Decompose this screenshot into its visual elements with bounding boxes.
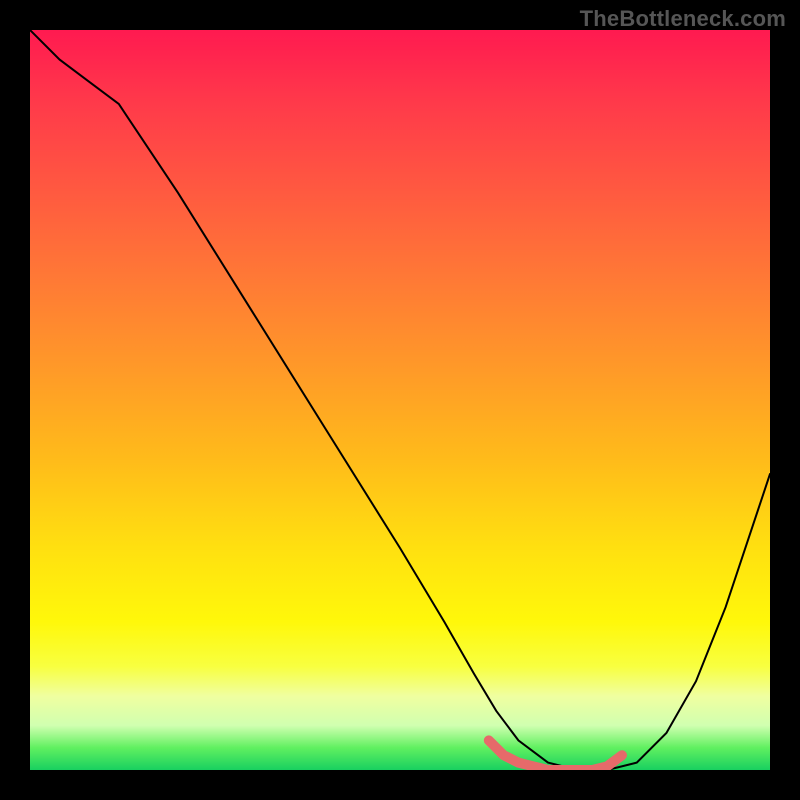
watermark-label: TheBottleneck.com xyxy=(580,6,786,32)
chart-container: TheBottleneck.com xyxy=(0,0,800,800)
bottleneck-curve xyxy=(30,30,770,770)
plot-area xyxy=(30,30,770,770)
chart-svg xyxy=(30,30,770,770)
optimal-zone-curve xyxy=(489,740,622,770)
